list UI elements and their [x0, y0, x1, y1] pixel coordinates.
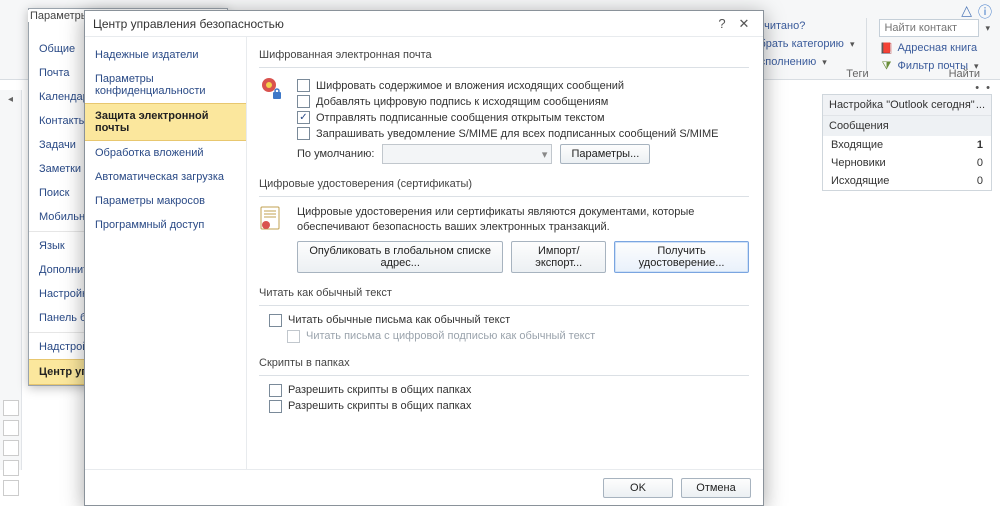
today-title[interactable]: Настройка "Outlook сегодня"	[829, 99, 975, 111]
trust-center-content: Шифрованная электронная почта Шифровать …	[247, 37, 763, 469]
group-title: Шифрованная электронная почта	[259, 45, 749, 68]
trust-nav-item[interactable]: Защита электронной почты	[85, 103, 246, 141]
label: Добавлять цифровую подпись к исходящим с…	[316, 96, 608, 108]
group-encrypted-email: Шифрованная электронная почта Шифровать …	[259, 45, 749, 164]
outlook-today-panel: Настройка "Outlook сегодня" ... Сообщени…	[822, 94, 992, 191]
label: Адресная книга	[897, 42, 977, 54]
group-folder-scripts: Скрипты в папках Разрешить скрипты в общ…	[259, 353, 749, 413]
dialog-title: Центр управления безопасностью	[93, 17, 711, 31]
group-title: Скрипты в папках	[259, 353, 749, 376]
value: 0	[977, 175, 983, 187]
calendar-shortcut-icon[interactable]	[3, 420, 19, 436]
settings-button[interactable]: Параметры...	[560, 144, 650, 164]
certificate-icon	[259, 76, 283, 104]
mail-shortcut-icon[interactable]	[3, 400, 19, 416]
get-digital-id-button[interactable]: Получить удостоверение...	[614, 241, 749, 273]
dialog-titlebar: Центр управления безопасностью ? ✕	[85, 11, 763, 37]
group-digital-id: Цифровые удостоверения (сертификаты) Циф…	[259, 174, 749, 273]
trust-nav-item[interactable]: Параметры конфиденциальности	[85, 67, 246, 103]
label: Читать письма с цифровой подписью как об…	[306, 330, 595, 342]
label: Запрашивать уведомление S/MIME для всех …	[316, 128, 718, 140]
book-icon: 📕	[879, 41, 893, 55]
label: Шифровать содержимое и вложения исходящи…	[316, 80, 624, 92]
ribbon-group-label-find: Найти	[949, 68, 980, 80]
label: Читать обычные письма как обычный текст	[288, 314, 510, 326]
find-contact-input[interactable]	[879, 19, 979, 37]
notes-shortcut-icon[interactable]	[3, 480, 19, 496]
label: Отправлять подписанные сообщения открыты…	[316, 112, 605, 124]
publish-gal-button[interactable]: Опубликовать в глобальном списке адрес..…	[297, 241, 503, 273]
chevron-down-icon[interactable]: ▾	[985, 23, 990, 34]
checkbox-smime-receipt[interactable]	[297, 127, 310, 140]
trust-nav-item[interactable]: Программный доступ	[85, 213, 246, 237]
help-button[interactable]: ?	[711, 16, 733, 31]
trust-nav-item[interactable]: Надежные издатели	[85, 43, 246, 67]
checkbox-cleartext[interactable]: ✓	[297, 111, 310, 124]
nav-shortcut-icons	[3, 400, 19, 496]
group-title: Цифровые удостоверения (сертификаты)	[259, 174, 749, 197]
trust-center-dialog: Центр управления безопасностью ? ✕ Надеж…	[84, 10, 764, 506]
today-ellipsis[interactable]: ...	[976, 99, 985, 111]
default-setting-combo[interactable]: ▾	[382, 144, 552, 164]
people-shortcut-icon[interactable]	[3, 440, 19, 456]
chevron-down-icon: ▾	[822, 57, 827, 68]
checkbox-read-plain[interactable]	[269, 314, 282, 327]
today-row[interactable]: Исходящие 0	[823, 172, 991, 190]
checkbox-encrypt[interactable]	[297, 79, 310, 92]
label: Разрешить скрипты в общих папках	[288, 400, 471, 412]
checkbox-script-public[interactable]	[269, 400, 282, 413]
import-export-button[interactable]: Импорт/экспорт...	[511, 241, 606, 273]
address-book-button[interactable]: 📕 Адресная книга	[875, 40, 994, 56]
label: Входящие	[831, 139, 883, 151]
overflow-dots[interactable]: • •	[975, 82, 992, 94]
digital-id-description: Цифровые удостоверения или сертификаты я…	[297, 205, 749, 235]
cancel-button[interactable]: Отмена	[681, 478, 751, 498]
ok-button[interactable]: OK	[603, 478, 673, 498]
checkbox-script-shared[interactable]	[269, 384, 282, 397]
ribbon-group-label-tags: Теги	[846, 68, 868, 80]
today-section-header: Сообщения	[823, 115, 991, 136]
checkbox-sign[interactable]	[297, 95, 310, 108]
close-button[interactable]: ✕	[733, 16, 755, 32]
value: 0	[977, 157, 983, 169]
trust-nav-item[interactable]: Обработка вложений	[85, 141, 246, 165]
certificate-document-icon	[259, 205, 283, 233]
label: Черновики	[831, 157, 886, 169]
label: Исходящие	[831, 175, 889, 187]
trust-nav-item[interactable]: Автоматическая загрузка	[85, 165, 246, 189]
divider	[866, 18, 867, 74]
find-contact-field[interactable]: ▾	[875, 18, 994, 38]
tasks-shortcut-icon[interactable]	[3, 460, 19, 476]
ribbon-group-find: ▾ 📕 Адресная книга ⧩ Фильтр почты▾	[875, 18, 994, 74]
trust-nav-item[interactable]: Параметры макросов	[85, 189, 246, 213]
today-row[interactable]: Входящие 1	[823, 136, 991, 154]
label: Разрешить скрипты в общих папках	[288, 384, 471, 396]
trust-center-nav: Надежные издателиПараметры конфиденциаль…	[85, 37, 247, 469]
chevron-left-icon[interactable]: ◂	[0, 94, 21, 105]
group-read-plain: Читать как обычный текст Читать обычные …	[259, 283, 749, 343]
value: 1	[977, 139, 983, 151]
checkbox-read-signed-plain	[287, 330, 300, 343]
today-row[interactable]: Черновики 0	[823, 154, 991, 172]
default-setting-label: По умолчанию:	[297, 148, 374, 160]
dialog-footer: OK Отмена	[85, 469, 763, 505]
group-title: Читать как обычный текст	[259, 283, 749, 306]
chevron-down-icon: ▾	[850, 39, 855, 50]
